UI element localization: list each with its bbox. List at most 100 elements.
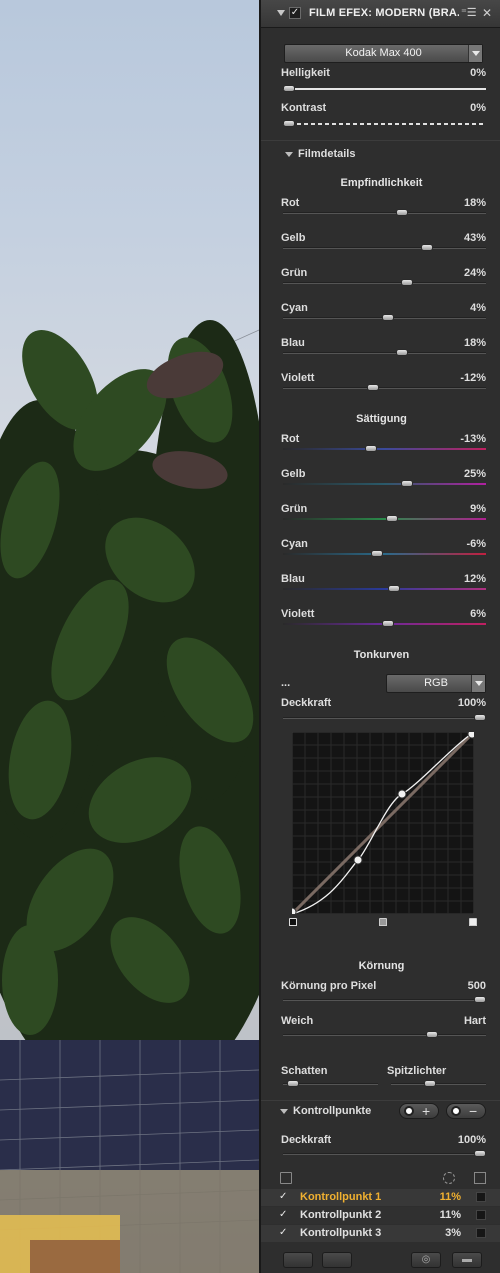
trash-icon[interactable]: ▬: [452, 1252, 482, 1268]
control-point-value: 11%: [439, 1191, 461, 1203]
curve-channel-value: RGB: [424, 677, 448, 689]
curve-point-highlights[interactable]: [397, 789, 407, 799]
panel-header[interactable]: ✓ FILM EFEX: MODERN (BRA... ⁼☰ ✕: [261, 0, 500, 28]
paste-control-point-button[interactable]: [322, 1252, 352, 1268]
preset-value: Kodak Max 400: [345, 47, 422, 59]
contrast-slider[interactable]: [283, 123, 486, 125]
slider-track[interactable]: [283, 387, 486, 389]
curve-point-shadows[interactable]: [353, 855, 363, 865]
image-preview[interactable]: [0, 0, 259, 1273]
grain-highlights-slider[interactable]: [391, 1083, 486, 1085]
control-point-row[interactable]: ✓ Kontrollpunkt 2 11%: [261, 1207, 500, 1224]
slider-value: 9%: [470, 503, 486, 515]
menu-icon[interactable]: ⁼☰: [461, 6, 477, 19]
photo-content: [0, 320, 259, 1273]
chevron-down-icon: [471, 675, 485, 692]
enable-checkbox[interactable]: ✓: [289, 7, 301, 19]
group-icon[interactable]: [280, 1172, 292, 1184]
control-point-checkbox[interactable]: ✓: [279, 1209, 290, 1220]
divider: [261, 1100, 500, 1101]
slider-knob[interactable]: [474, 714, 486, 721]
slider-knob[interactable]: [424, 1080, 437, 1087]
select-all-icon[interactable]: [443, 1172, 455, 1184]
curve-more-options[interactable]: ...: [281, 677, 290, 689]
slider-track[interactable]: [283, 448, 486, 450]
slider-track[interactable]: [283, 483, 486, 485]
control-point-name: Kontrollpunkt 3: [300, 1227, 382, 1239]
control-point-row[interactable]: ✓ Kontrollpunkt 3 3%: [261, 1225, 500, 1242]
control-point-icon: [404, 1106, 414, 1116]
slider-knob[interactable]: [401, 279, 414, 286]
slider-track[interactable]: [283, 588, 486, 590]
slider-label: Grün: [281, 503, 308, 515]
slider-knob[interactable]: [283, 85, 295, 92]
slider-knob[interactable]: [283, 120, 295, 127]
add-control-point-button[interactable]: +: [399, 1103, 439, 1119]
slider-knob[interactable]: [365, 445, 378, 452]
slider-knob[interactable]: [395, 209, 408, 216]
slider-track[interactable]: [283, 282, 486, 284]
slider-label: Violett: [281, 608, 315, 620]
add-to-selection-button[interactable]: ◎: [411, 1252, 441, 1268]
control-point-row[interactable]: ✓ Kontrollpunkt 1 11%: [261, 1189, 500, 1206]
tone-curves-heading: Tonkurven: [353, 649, 410, 661]
sensitivity-heading: Empfindlichkeit: [340, 177, 423, 189]
copy-control-point-button[interactable]: [283, 1252, 313, 1268]
slider-knob[interactable]: [382, 314, 395, 321]
slider-knob[interactable]: [420, 244, 433, 251]
mask-icon[interactable]: [474, 1172, 486, 1184]
curve-channel-dropdown[interactable]: RGB: [386, 674, 486, 693]
preset-dropdown[interactable]: Kodak Max 400: [284, 44, 483, 63]
slider-track[interactable]: [283, 352, 486, 354]
slider-knob[interactable]: [367, 384, 380, 391]
brightness-slider[interactable]: [283, 88, 486, 90]
slider-track[interactable]: [283, 212, 486, 214]
collapse-caret-icon[interactable]: [277, 10, 285, 16]
slider-label: Gelb: [281, 232, 306, 244]
slider-knob[interactable]: [382, 620, 395, 627]
slider-knob[interactable]: [395, 349, 408, 356]
curve-point-white[interactable]: [467, 732, 474, 739]
black-point-marker-icon[interactable]: [289, 918, 297, 926]
slider-knob[interactable]: [388, 585, 401, 592]
control-point-color-swatch[interactable]: [476, 1228, 486, 1238]
slider-knob[interactable]: [474, 996, 486, 1003]
contrast-label: Kontrast: [281, 102, 327, 114]
slider-knob[interactable]: [386, 515, 399, 522]
curve-opacity-slider[interactable]: [283, 717, 486, 719]
slider-knob[interactable]: [401, 480, 414, 487]
control-point-value: 11%: [439, 1209, 461, 1221]
slider-track[interactable]: [283, 247, 486, 249]
control-points-header[interactable]: Kontrollpunkte: [293, 1105, 371, 1117]
slider-label: Grün: [281, 267, 308, 279]
slider-value: 43%: [463, 232, 486, 244]
grain-shadows-label: Schatten: [281, 1065, 328, 1077]
remove-control-point-button[interactable]: −: [446, 1103, 486, 1119]
control-point-color-swatch[interactable]: [476, 1192, 486, 1202]
brightness-label: Helligkeit: [281, 67, 330, 79]
slider-track[interactable]: [283, 518, 486, 520]
grain-heading: Körnung: [358, 960, 405, 972]
curve-opacity-label: Deckkraft: [281, 697, 332, 709]
control-point-name: Kontrollpunkt 2: [300, 1209, 382, 1221]
tone-curve-editor[interactable]: [292, 732, 474, 914]
grain-per-pixel-slider[interactable]: [283, 999, 486, 1001]
white-point-marker-icon[interactable]: [469, 918, 477, 926]
slider-knob[interactable]: [287, 1080, 300, 1087]
slider-knob[interactable]: [426, 1031, 439, 1038]
control-point-color-swatch[interactable]: [476, 1210, 486, 1220]
midpoint-marker-icon[interactable]: [379, 918, 387, 926]
control-point-checkbox[interactable]: ✓: [279, 1191, 290, 1202]
film-details-header[interactable]: Filmdetails: [298, 148, 355, 160]
slider-knob[interactable]: [474, 1150, 486, 1157]
section-caret-icon[interactable]: [280, 1109, 288, 1114]
slider-value: 18%: [463, 337, 486, 349]
grain-softness-slider[interactable]: [283, 1034, 486, 1036]
section-caret-icon[interactable]: [285, 152, 293, 157]
slider-track[interactable]: [283, 553, 486, 555]
close-icon[interactable]: ✕: [482, 6, 492, 20]
cp-opacity-slider[interactable]: [283, 1153, 486, 1155]
slider-label: Blau: [281, 337, 305, 349]
control-point-checkbox[interactable]: ✓: [279, 1227, 290, 1238]
slider-knob[interactable]: [370, 550, 383, 557]
